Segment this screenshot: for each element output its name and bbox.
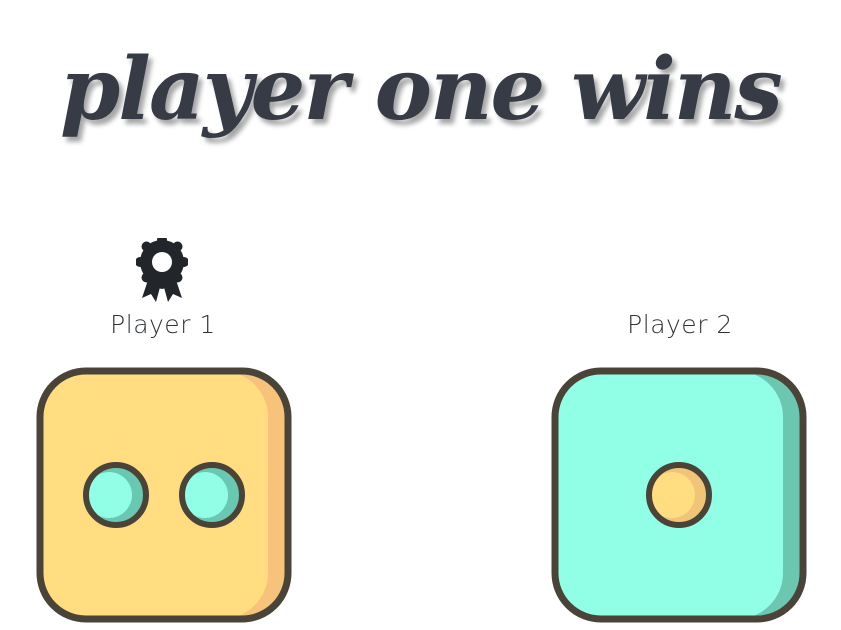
player-1-die[interactable] [36, 367, 292, 623]
die-pip [83, 462, 149, 528]
die-pip [646, 462, 712, 528]
winner-headline: player one wins [60, 39, 783, 140]
award-ribbon-icon [136, 238, 188, 302]
player-2-label: Player 2 [627, 310, 733, 339]
die-pip [179, 462, 245, 528]
game-screen: player one wins Player 1 Player 2 [0, 0, 841, 630]
player-1-label: Player 1 [110, 310, 216, 339]
player-2-die[interactable] [551, 367, 807, 623]
